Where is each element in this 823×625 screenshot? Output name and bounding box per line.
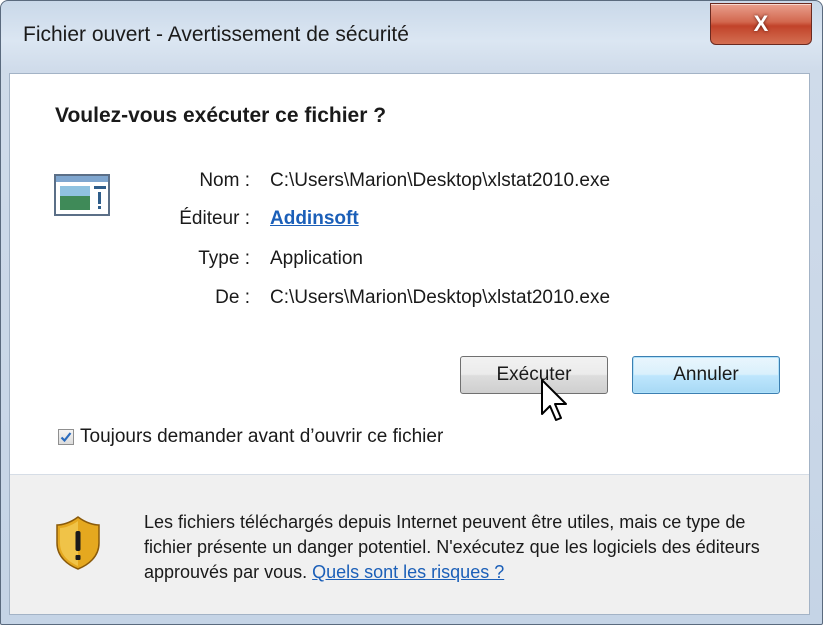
name-label: Nom :: [199, 170, 250, 191]
always-ask-checkbox[interactable]: [58, 429, 74, 445]
security-warning-dialog: Fichier ouvert - Avertissement de sécuri…: [0, 0, 823, 625]
type-value: Application: [270, 248, 363, 269]
from-label: De :: [215, 287, 250, 308]
dialog-heading: Voulez-vous exécuter ce fichier ?: [55, 104, 387, 127]
risks-link[interactable]: Quels sont les risques ?: [312, 562, 504, 582]
dialog-content: Voulez-vous exécuter ce fichier ? Nom : …: [9, 73, 810, 615]
run-button[interactable]: Exécuter: [460, 356, 608, 394]
always-ask-option[interactable]: Toujours demander avant d’ouvrir ce fich…: [58, 426, 443, 448]
close-icon: X: [753, 11, 769, 36]
from-value: C:\Users\Marion\Desktop\xlstat2010.exe: [270, 287, 611, 308]
title-bar[interactable]: Fichier ouvert - Avertissement de sécuri…: [1, 1, 822, 73]
close-button[interactable]: X: [710, 3, 812, 45]
publisher-link[interactable]: Addinsoft: [270, 208, 359, 230]
name-value: C:\Users\Marion\Desktop\xlstat2010.exe: [270, 170, 611, 191]
window-title: Fichier ouvert - Avertissement de sécuri…: [23, 23, 409, 46]
shield-warning-icon: [56, 516, 100, 570]
warning-panel: Les fichiers téléchargés depuis Internet…: [10, 475, 809, 614]
cancel-button[interactable]: Annuler: [632, 356, 780, 394]
always-ask-label[interactable]: Toujours demander avant d’ouvrir ce fich…: [80, 426, 443, 448]
mouse-cursor-icon: [541, 379, 567, 421]
publisher-label: Éditeur :: [179, 208, 250, 229]
warning-message: Les fichiers téléchargés depuis Internet…: [144, 510, 784, 585]
checkmark-icon: [60, 432, 72, 443]
type-label: Type :: [198, 248, 250, 269]
file-info-panel: Voulez-vous exécuter ce fichier ? Nom : …: [10, 74, 809, 474]
